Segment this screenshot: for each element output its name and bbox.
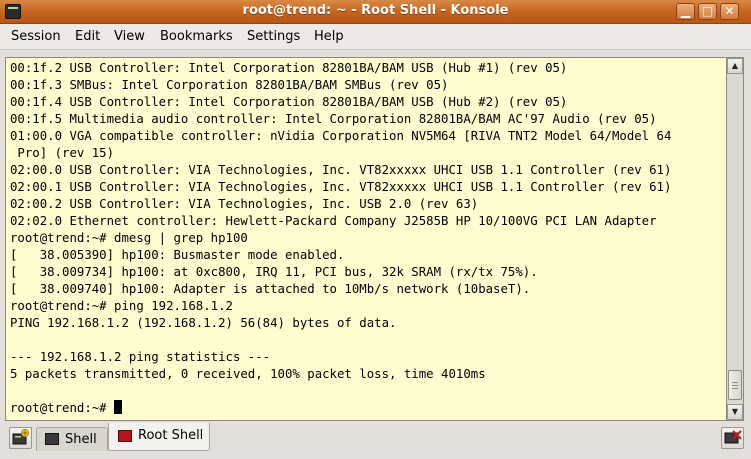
close-button[interactable]: ✕ — [720, 3, 739, 20]
terminal-line: Pro] (rev 15) — [10, 146, 115, 160]
terminal-line: [ 38.009734] hp100: at 0xc800, IRQ 11, P… — [10, 265, 538, 279]
scroll-down-arrow-icon[interactable]: ▼ — [727, 404, 743, 420]
terminal-line: PING 192.168.1.2 (192.168.1.2) 56(84) by… — [10, 316, 397, 330]
menu-help[interactable]: Help — [314, 29, 344, 44]
terminal-prompt: root@trend:~# — [10, 401, 115, 415]
menu-session[interactable]: Session — [11, 29, 61, 44]
terminal-line: 00:1f.3 SMBus: Intel Corporation 82801BA… — [10, 78, 449, 92]
menu-settings[interactable]: Settings — [247, 29, 300, 44]
tab-shell[interactable]: Shell — [36, 427, 108, 451]
window-title: root@trend: ~ - Root Shell - Konsole — [242, 3, 509, 18]
konsole-window: root@trend: ~ - Root Shell - Konsole ▁ □… — [0, 0, 751, 459]
scroll-up-arrow-icon[interactable]: ▲ — [727, 58, 743, 74]
text-cursor — [114, 400, 123, 414]
close-tab-button[interactable] — [721, 427, 744, 449]
terminal-line: 02:02.0 Ethernet controller: Hewlett-Pac… — [10, 214, 657, 228]
terminal-output: 00:1f.2 USB Controller: Intel Corporatio… — [10, 60, 671, 417]
terminal-line: [ 38.009740] hp100: Adapter is attached … — [10, 282, 531, 296]
close-tab-icon — [724, 430, 742, 444]
maximize-button[interactable]: □ — [698, 3, 717, 20]
tab-root-shell[interactable]: Root Shell — [108, 423, 210, 451]
menu-bookmarks[interactable]: Bookmarks — [160, 29, 233, 44]
grip-line — [732, 382, 738, 383]
terminal-line: root@trend:~# ping 192.168.1.2 — [10, 299, 233, 313]
menu-view[interactable]: View — [114, 29, 145, 44]
root-terminal-icon — [118, 430, 132, 442]
tab-label: Shell — [65, 432, 97, 447]
terminal-line: 02:00.1 USB Controller: VIA Technologies… — [10, 180, 672, 194]
terminal-line: 02:00.2 USB Controller: VIA Technologies… — [10, 197, 479, 211]
new-tab-button[interactable] — [9, 427, 32, 449]
grip-line — [732, 388, 738, 389]
tab-bar: Shell Root Shell — [0, 423, 751, 459]
grip-line — [732, 385, 738, 386]
title-bar[interactable]: root@trend: ~ - Root Shell - Konsole ▁ □… — [0, 0, 751, 24]
menu-bar: Session Edit View Bookmarks Settings Hel… — [0, 24, 751, 50]
terminal-icon — [45, 433, 59, 445]
vertical-scrollbar[interactable]: ▲ ▼ — [727, 57, 744, 421]
tab-label: Root Shell — [138, 428, 204, 443]
terminal-line: 00:1f.2 USB Controller: Intel Corporatio… — [10, 61, 568, 75]
minimize-button[interactable]: ▁ — [676, 3, 695, 20]
terminal-line: [ 38.005390] hp100: Busmaster mode enabl… — [10, 248, 345, 262]
terminal-line: 00:1f.5 Multimedia audio controller: Int… — [10, 112, 657, 126]
new-tab-icon — [12, 429, 29, 445]
terminal-area[interactable]: 00:1f.2 USB Controller: Intel Corporatio… — [5, 57, 727, 421]
terminal-line: 00:1f.4 USB Controller: Intel Corporatio… — [10, 95, 568, 109]
terminal-line: 01:00.0 VGA compatible controller: nVidi… — [10, 129, 672, 143]
terminal-line: root@trend:~# dmesg | grep hp100 — [10, 231, 248, 245]
terminal-line: 02:00.0 USB Controller: VIA Technologies… — [10, 163, 672, 177]
terminal-prompt-line[interactable]: root@trend:~# — [10, 400, 671, 417]
scrollbar-thumb[interactable] — [728, 370, 742, 400]
terminal-line: --- 192.168.1.2 ping statistics --- — [10, 350, 271, 364]
terminal-line: 5 packets transmitted, 0 received, 100% … — [10, 367, 486, 381]
menu-edit[interactable]: Edit — [75, 29, 100, 44]
